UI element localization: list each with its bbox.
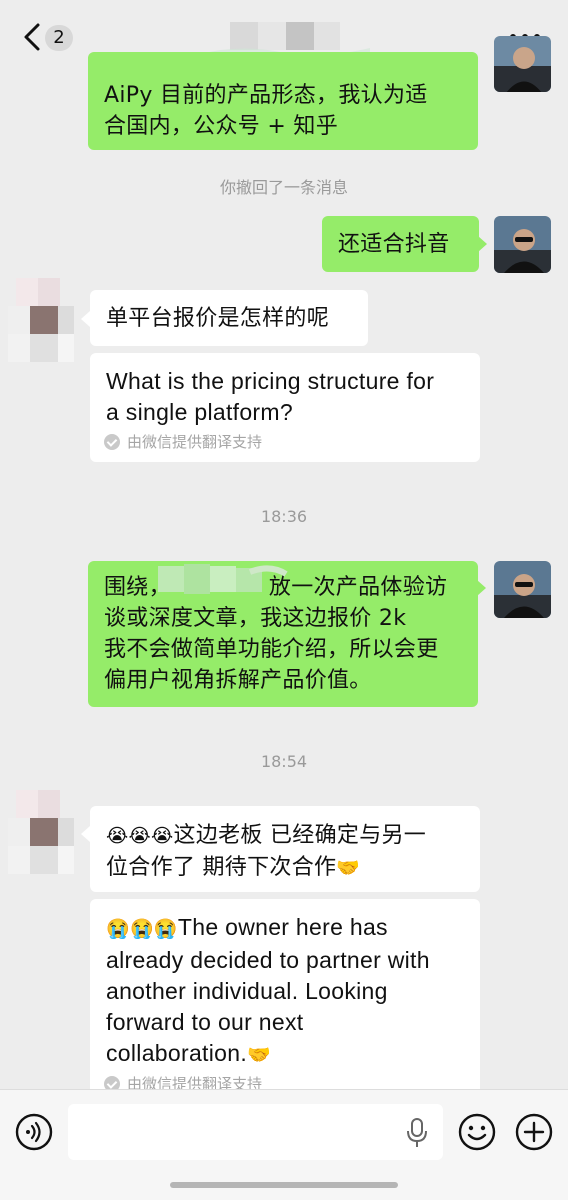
translation-text-fragment: The owner here has xyxy=(177,914,388,940)
redaction-blur xyxy=(158,564,288,594)
translation-text-line: a single platform? xyxy=(106,399,293,425)
bubble-tail xyxy=(477,580,486,596)
translation-text-line: another individual. Looking xyxy=(106,978,388,1004)
translation-text-line: What is the pricing structure for xyxy=(106,368,435,394)
message-bubble-outgoing[interactable]: AiPy 目前的产品形态，我认为适 合国内，公众号 + 知乎 xyxy=(88,52,478,150)
message-text-line: 偏用户视角拆解产品价值。 xyxy=(104,668,372,693)
message-text: 还适合抖音 xyxy=(338,232,450,257)
message-text-line: 合国内，公众号 + 知乎 xyxy=(104,114,339,139)
back-chevron-icon[interactable] xyxy=(18,20,48,54)
crying-emoji-icon: 😭😭😭 xyxy=(106,919,178,940)
message-text-fragment: 放一次产品体验访 xyxy=(268,575,448,600)
microphone-icon[interactable] xyxy=(404,1118,430,1148)
translation-text-fragment: collaboration. xyxy=(106,1040,248,1066)
bubble-tail xyxy=(81,311,90,327)
my-avatar[interactable] xyxy=(494,36,551,92)
message-bubble-incoming[interactable]: 😭😭😭这边老板 已经确定与另一 位合作了 期待下次合作🤝 xyxy=(90,806,480,892)
message-text-line: 😭😭😭这边老板 已经确定与另一 xyxy=(106,820,464,852)
unread-count-badge[interactable]: 2 xyxy=(45,25,73,51)
bubble-tail xyxy=(478,236,487,252)
recall-notice: 你撤回了一条消息 xyxy=(219,178,348,197)
message-text-line: 我不会做简单功能介绍，所以会更 xyxy=(104,637,439,662)
translation-text-line: 😭😭😭The owner here has xyxy=(106,912,464,945)
message-text-line: 谈或深度文章，我这边报价 2k xyxy=(104,606,407,631)
handshake-emoji-icon: 🤝 xyxy=(247,1045,271,1066)
plus-icon[interactable] xyxy=(515,1113,553,1151)
translation-bubble[interactable]: 😭😭😭The owner here has already decided to… xyxy=(90,899,480,1095)
message-text: 单平台报价是怎样的呢 xyxy=(106,306,330,331)
message-text-fragment: 位合作了 期待下次合作 xyxy=(106,855,337,880)
check-icon xyxy=(104,433,120,450)
input-toolbar xyxy=(0,1089,568,1200)
message-text-line: 位合作了 期待下次合作🤝 xyxy=(106,852,464,884)
message-text-line: AiPy 目前的产品形态，我认为适 xyxy=(104,83,428,108)
translation-provider-note: 由微信提供翻译支持 xyxy=(104,431,262,452)
emoji-icon[interactable] xyxy=(458,1113,496,1151)
message-text-fragment: 这边老板 已经确定与另一 xyxy=(173,823,427,848)
message-input[interactable] xyxy=(68,1104,443,1160)
voice-icon[interactable] xyxy=(15,1113,53,1151)
bubble-tail xyxy=(81,826,90,842)
translation-text-line: forward to our next xyxy=(106,1009,304,1035)
my-avatar[interactable] xyxy=(494,561,551,618)
contact-avatar-pixelated[interactable] xyxy=(8,278,74,362)
contact-avatar-pixelated[interactable] xyxy=(8,790,74,874)
timestamp: 18:36 xyxy=(260,507,308,526)
home-indicator xyxy=(170,1182,398,1188)
message-bubble-incoming[interactable]: 单平台报价是怎样的呢 xyxy=(90,290,368,346)
handshake-emoji-icon: 🤝 xyxy=(336,857,361,879)
translation-text-line: collaboration.🤝 xyxy=(106,1038,464,1071)
translation-note-text: 由微信提供翻译支持 xyxy=(127,433,263,451)
timestamp: 18:54 xyxy=(260,752,308,771)
my-avatar[interactable] xyxy=(494,216,551,273)
translation-text-line: already decided to partner with xyxy=(106,947,430,973)
message-bubble-outgoing[interactable]: 还适合抖音 xyxy=(322,216,479,272)
crying-emoji-icon: 😭😭😭 xyxy=(106,825,174,847)
